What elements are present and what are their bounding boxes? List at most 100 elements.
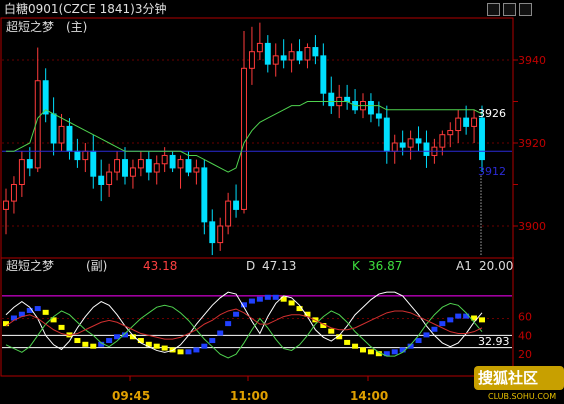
candle-body xyxy=(58,125,65,144)
line-series xyxy=(2,101,512,359)
candle-body xyxy=(423,142,430,156)
oscillator-red-line xyxy=(5,308,483,340)
price-tick-label: 3920 xyxy=(518,137,546,150)
sub-bar-marker xyxy=(352,343,359,349)
candle-body xyxy=(153,163,160,173)
last-close-label: 3926 xyxy=(478,107,506,120)
candle-body xyxy=(50,113,57,144)
candle-body xyxy=(288,51,295,61)
main-panel-frame xyxy=(0,17,514,259)
candle-body xyxy=(320,55,327,94)
main-panel-tag: (主) xyxy=(66,20,88,34)
sub-bar-marker xyxy=(391,349,398,355)
price-tick-label: 3900 xyxy=(518,220,546,233)
sub-bar-marker xyxy=(264,294,271,300)
candle-body xyxy=(145,159,152,173)
sub-bar-marker xyxy=(217,330,224,336)
window-title: 白糖0901(CZCE 1841)3分钟 xyxy=(4,2,167,16)
sub-bar-marker xyxy=(161,345,168,351)
candle-body xyxy=(383,117,390,152)
sohu-club-logo: 搜狐社区 CLUB.SOHU.COM xyxy=(474,366,564,404)
sub-bar-marker xyxy=(3,321,9,327)
candle-body xyxy=(399,142,406,148)
candle-body xyxy=(479,117,485,161)
candle-body xyxy=(26,159,33,169)
sub-bar-marker xyxy=(248,298,255,304)
candle-body xyxy=(264,42,271,65)
sub-bar-marker xyxy=(90,343,97,349)
time-axis-label: 11:00 xyxy=(230,389,268,403)
sub-bar-marker xyxy=(185,349,192,355)
price-tick-label: 3940 xyxy=(518,54,546,67)
sub-bar-marker xyxy=(328,328,335,334)
sub-bar-marker xyxy=(74,338,81,344)
candle-body xyxy=(90,150,97,177)
sub-bar-marker xyxy=(34,306,41,312)
chart-canvas: 3940 3920 3900 3926 3912 60 40 20 32.93 09:45 11:0… xyxy=(0,17,546,403)
candle-body xyxy=(82,150,89,161)
candle-body xyxy=(248,51,255,69)
sub-bar-marker xyxy=(431,326,438,332)
candle-body xyxy=(129,167,136,177)
candle-body xyxy=(193,167,200,173)
candle-body xyxy=(344,96,351,102)
candle-body xyxy=(66,125,73,152)
a1-value: 20.00 xyxy=(479,259,514,273)
sub-bar-marker xyxy=(423,332,430,338)
sub-bar-marker xyxy=(193,347,200,353)
candle-body xyxy=(185,159,192,173)
candle-body xyxy=(447,130,454,136)
candle-body xyxy=(415,138,422,144)
candle-body xyxy=(304,47,311,61)
candle-body xyxy=(114,159,121,173)
candle-body xyxy=(463,117,470,127)
candle-body xyxy=(209,221,216,244)
sub-bar-marker xyxy=(201,343,208,349)
candle-body xyxy=(439,134,446,148)
d-value: 47.13 xyxy=(262,259,297,273)
candle-body xyxy=(10,184,17,202)
candle-body xyxy=(169,154,176,169)
time-axis-label: 09:45 xyxy=(112,389,150,403)
candle-body xyxy=(280,55,287,61)
sub-bar-marker xyxy=(42,309,49,315)
time-axis-label: 14:00 xyxy=(350,389,388,403)
main-indicator-name: 超短之梦 xyxy=(6,20,55,34)
candle-body xyxy=(3,200,9,210)
candle-body xyxy=(328,92,335,107)
sub-bar-marker xyxy=(455,313,462,319)
candle-body xyxy=(122,159,128,177)
sub-current-value: 32.93 xyxy=(478,335,510,348)
candle-body xyxy=(98,175,105,185)
close-icon[interactable] xyxy=(519,3,532,16)
candle-body xyxy=(296,51,303,61)
candle-body xyxy=(367,101,374,115)
candle-body xyxy=(391,142,398,152)
sub-bar-marker xyxy=(272,294,279,300)
minimize-icon[interactable] xyxy=(487,3,500,16)
sub-value-1: 43.18 xyxy=(143,259,178,273)
candle-body xyxy=(272,55,279,65)
candle-body xyxy=(74,150,81,161)
k-label: K xyxy=(352,259,360,273)
watermark-sub: CLUB.SOHU.COM xyxy=(488,392,557,401)
k-value: 36.87 xyxy=(368,259,403,273)
sub-tick-label: 20 xyxy=(518,348,532,361)
sub-panel-tag: (副) xyxy=(86,259,108,273)
candle-body xyxy=(42,80,49,115)
sub-bar-marker xyxy=(233,311,240,317)
candle-body xyxy=(177,159,184,169)
candle-body xyxy=(217,225,224,244)
sub-bar-marker xyxy=(439,321,446,327)
candle-body xyxy=(137,159,144,169)
sub-bar-marker xyxy=(225,321,232,327)
candle-body xyxy=(256,42,263,53)
chart-labels: 3940 3920 3900 3926 3912 60 40 20 32.93 09:45 11:0… xyxy=(112,54,546,403)
restore-icon[interactable] xyxy=(503,3,516,16)
sub-bar-marker xyxy=(256,296,263,302)
sub-indicator-name: 超短之梦 xyxy=(6,259,55,273)
candle-body xyxy=(233,200,240,210)
candle-body xyxy=(201,167,208,223)
sub-tick-label: 40 xyxy=(518,329,532,342)
sub-bar-marker xyxy=(58,324,65,330)
